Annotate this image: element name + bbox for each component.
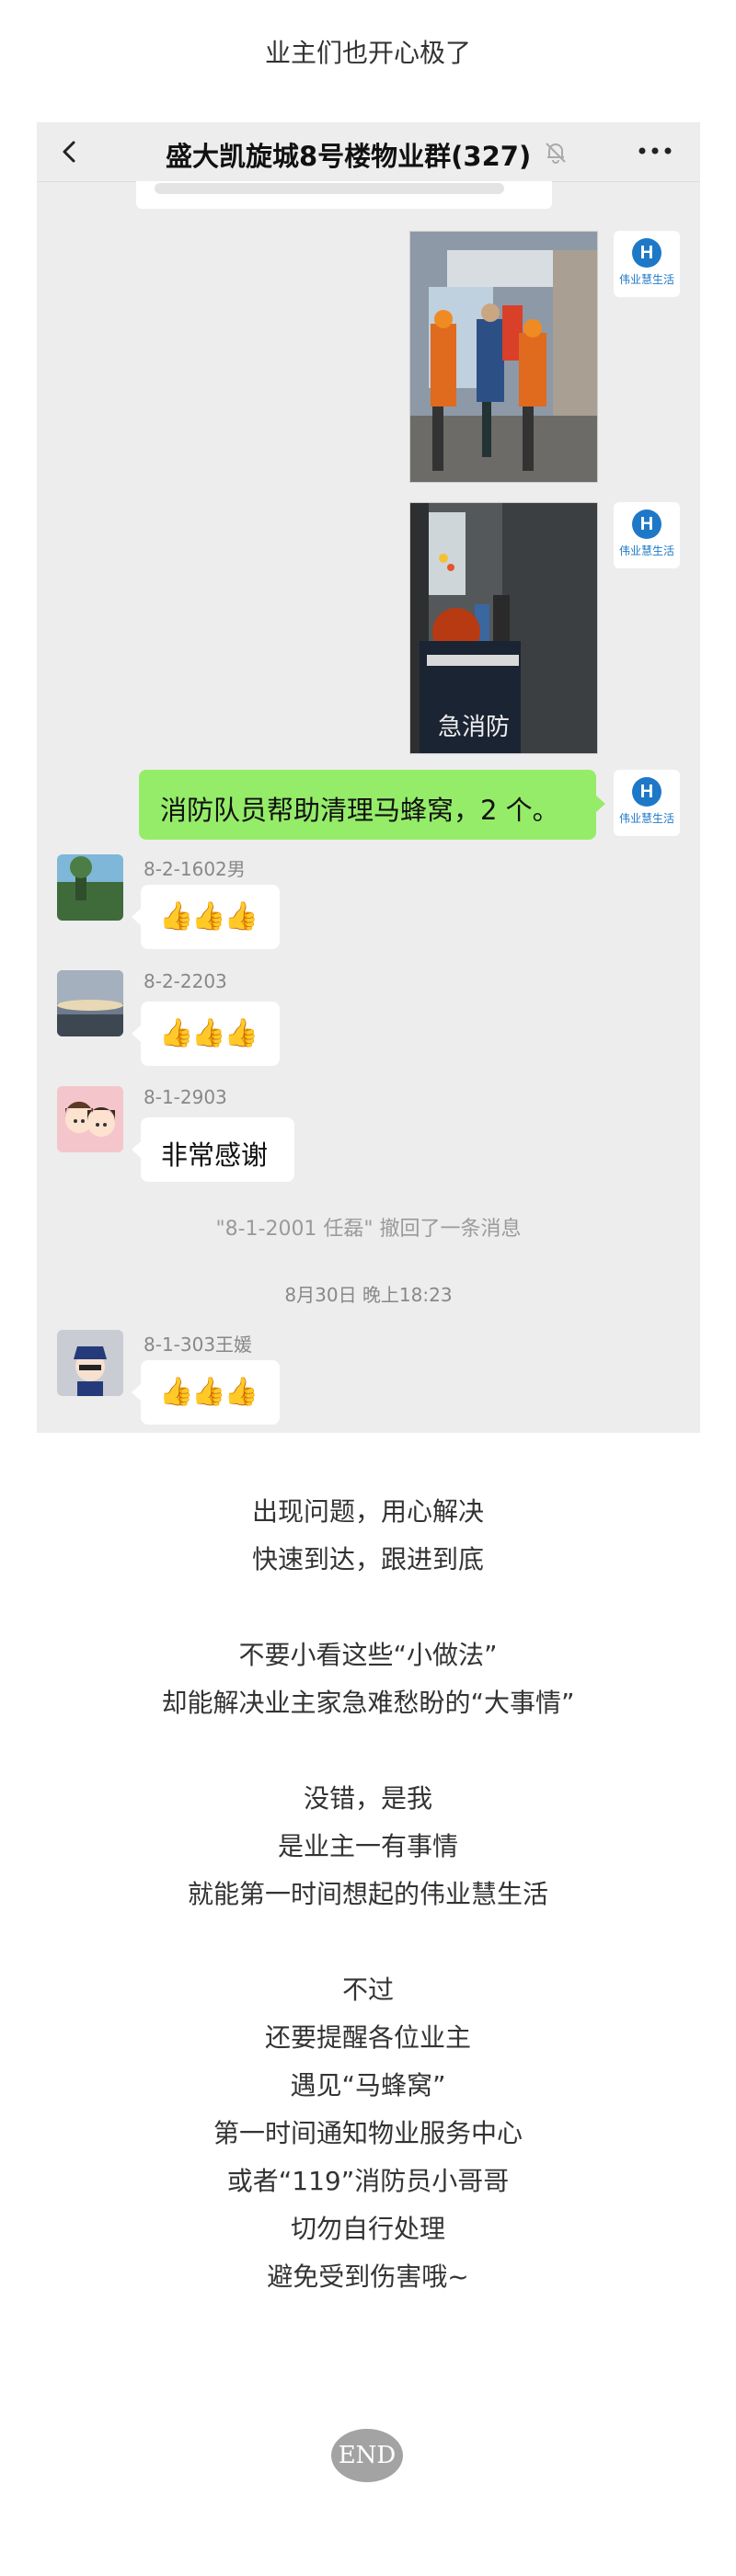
chat-screenshot: 盛大凯旋城8号楼物业群(327) H 伟业慧生活 急消防 H 伟业慧生活 消防队…	[37, 122, 700, 1433]
article-line: 第一时间通知物业服务中心	[213, 2118, 523, 2148]
article-line: 没错，是我	[303, 1783, 432, 1814]
photo2-overlay-text: 急消防	[438, 714, 510, 741]
thumbs-up-icon: 👍👍👍	[159, 1376, 259, 1408]
article-line: 不过	[341, 1975, 394, 2005]
sender-name: 8-2-2203	[144, 970, 227, 992]
brand-logo-icon: H	[632, 238, 661, 268]
article-line: 不要小看这些“小做法”	[238, 1640, 498, 1670]
partial-message-bubble	[136, 181, 552, 209]
firefighters-photo-2[interactable]: 急消防	[409, 502, 598, 754]
intro-text: 业主们也开心极了	[264, 38, 471, 68]
user-avatar-sky[interactable]	[57, 970, 123, 1036]
article-line: 遇见“马蜂窝”	[290, 2070, 446, 2101]
mute-bell-icon	[546, 143, 566, 164]
article-line: 是业主一有事情	[277, 1831, 458, 1861]
article-line: 切勿自行处理	[290, 2214, 445, 2244]
received-message-bubble[interactable]: 非常感谢	[132, 1117, 294, 1182]
brand-avatar[interactable]: H 伟业慧生活	[614, 502, 680, 568]
firefighters-photo-1[interactable]	[409, 231, 598, 483]
brand-avatar[interactable]: H 伟业慧生活	[614, 770, 680, 836]
user-avatar-landscape[interactable]	[57, 854, 123, 921]
article-line: 就能第一时间想起的伟业慧生活	[187, 1879, 548, 1909]
sender-name: 8-1-2903	[144, 1086, 227, 1108]
more-options-icon[interactable]	[635, 137, 675, 165]
received-message-bubble[interactable]: 👍👍👍	[132, 1360, 280, 1425]
back-arrow-icon[interactable]	[57, 139, 83, 165]
recalled-message-notice: "8-1-2001 任磊" 撤回了一条消息	[215, 1218, 522, 1241]
sender-name: 8-2-1602男	[144, 858, 246, 880]
end-badge: END	[331, 2429, 403, 2482]
article-line: 避免受到伤害哦~	[267, 2261, 469, 2292]
received-message-bubble[interactable]: 👍👍👍	[132, 885, 280, 949]
article-line: 或者“119”消防员小哥哥	[226, 2166, 510, 2196]
brand-logo-icon: H	[632, 777, 661, 807]
chat-timestamp: 8月30日 晚上18:23	[284, 1284, 453, 1306]
user-avatar-cartoon-couple[interactable]	[57, 1086, 123, 1152]
sender-name: 8-1-303王媛	[144, 1334, 253, 1356]
article-line: 快速到达，跟进到底	[251, 1544, 484, 1574]
thumbs-up-icon: 👍👍👍	[159, 900, 259, 933]
user-avatar-cartoon[interactable]	[57, 1330, 123, 1396]
article-line: 出现问题，用心解决	[251, 1496, 484, 1527]
chat-header: 盛大凯旋城8号楼物业群(327)	[37, 122, 700, 182]
group-title: 盛大凯旋城8号楼物业群(327)	[166, 141, 532, 172]
article-line: 却能解决业主家急难愁盼的“大事情”	[161, 1688, 575, 1718]
article-line: 还要提醒各位业主	[264, 2022, 471, 2053]
sent-message-bubble[interactable]: 消防队员帮助清理马蜂窝，2 个。	[139, 770, 605, 840]
received-message-bubble[interactable]: 👍👍👍	[132, 1002, 280, 1066]
thumbs-up-icon: 👍👍👍	[159, 1017, 259, 1049]
brand-avatar[interactable]: H 伟业慧生活	[614, 231, 680, 297]
brand-logo-icon: H	[632, 509, 661, 539]
